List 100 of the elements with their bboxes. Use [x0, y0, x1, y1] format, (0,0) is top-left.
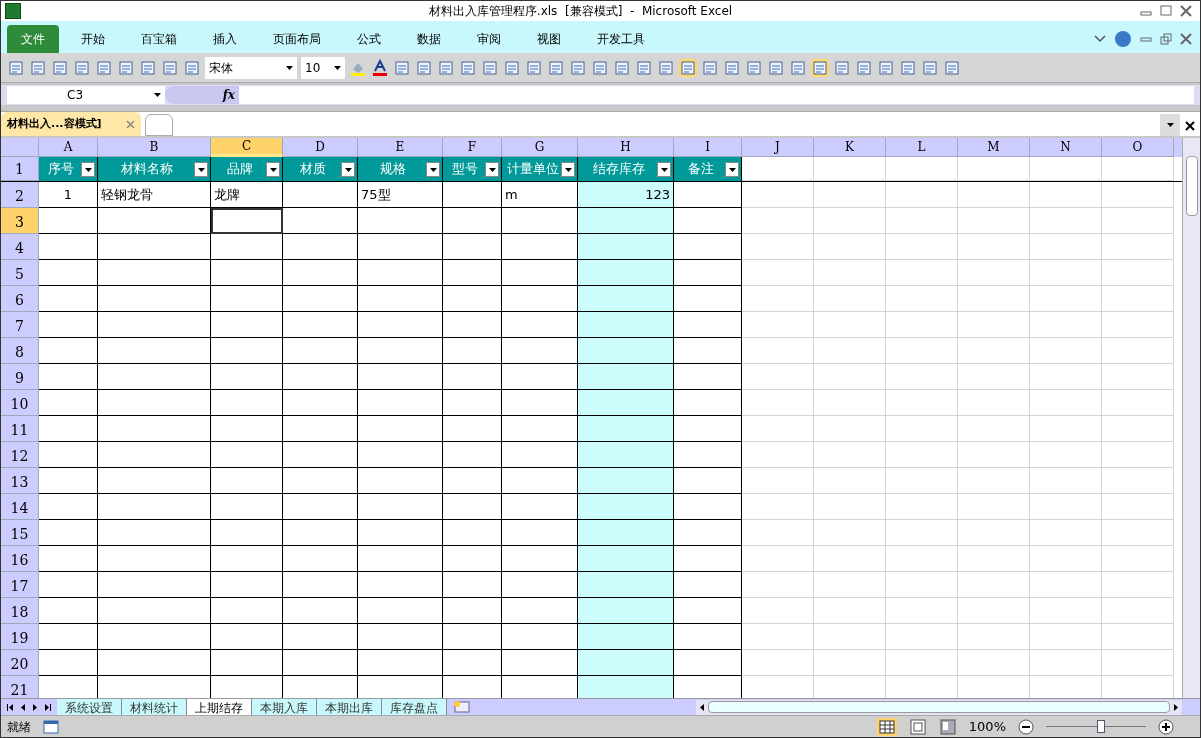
table-cell[interactable] — [283, 234, 358, 260]
normal-view-icon[interactable] — [876, 717, 897, 736]
caret-icon[interactable] — [334, 65, 341, 70]
table-cell[interactable] — [443, 624, 502, 650]
ribbon-tab[interactable]: 插入 — [199, 25, 251, 53]
table-cell[interactable] — [674, 416, 742, 442]
row-header[interactable]: 5 — [1, 260, 39, 286]
row-header[interactable]: 9 — [1, 364, 39, 390]
table-cell[interactable] — [674, 520, 742, 546]
next-sheet-icon[interactable] — [33, 703, 37, 711]
table-cell[interactable] — [358, 312, 443, 338]
scroll-right-icon[interactable] — [1174, 703, 1178, 711]
row-header[interactable]: 6 — [1, 286, 39, 312]
table-cell[interactable] — [98, 546, 211, 572]
table-cell[interactable] — [443, 520, 502, 546]
filter-dropdown-button[interactable] — [426, 162, 440, 177]
table-cell[interactable] — [211, 650, 283, 676]
column-header[interactable]: L — [886, 138, 958, 157]
sheet-tab[interactable]: 上期结存 — [187, 699, 252, 715]
table-cell[interactable] — [98, 260, 211, 286]
chevron-down-icon[interactable] — [1094, 34, 1106, 44]
table-cell[interactable] — [674, 442, 742, 468]
ribbon-tab[interactable]: 百宝箱 — [127, 25, 191, 53]
table-cell[interactable] — [39, 546, 98, 572]
table-cell[interactable] — [358, 624, 443, 650]
tab-menu-button[interactable] — [1160, 114, 1180, 136]
scroll-left-icon[interactable] — [700, 703, 704, 711]
filter-dropdown-button[interactable] — [81, 162, 95, 177]
table-cell[interactable] — [358, 416, 443, 442]
row-header[interactable]: 14 — [1, 494, 39, 520]
table-cell[interactable] — [578, 416, 674, 442]
table-cell[interactable] — [283, 442, 358, 468]
zoom-level-text[interactable]: 100% — [968, 716, 1006, 737]
table-cell[interactable] — [39, 572, 98, 598]
filter-dropdown-button[interactable] — [341, 162, 355, 177]
table-cell[interactable] — [443, 182, 502, 208]
table-cell[interactable] — [211, 416, 283, 442]
table-cell[interactable] — [443, 650, 502, 676]
horizontal-scrollbar[interactable] — [696, 699, 1182, 715]
ribbon-tab[interactable]: 数据 — [403, 25, 455, 53]
table-cell[interactable] — [211, 234, 283, 260]
table-cell[interactable] — [98, 286, 211, 312]
table-cell[interactable] — [358, 468, 443, 494]
last-sheet-icon[interactable] — [45, 703, 51, 711]
table-cell[interactable] — [358, 598, 443, 624]
help-icon[interactable] — [1114, 30, 1132, 48]
table-cell[interactable] — [674, 208, 742, 234]
table-cell[interactable] — [211, 260, 283, 286]
filter-dropdown-button[interactable] — [266, 162, 280, 177]
previous-sheet-icon[interactable] — [21, 703, 25, 711]
table-cell[interactable] — [674, 234, 742, 260]
table-cell[interactable] — [98, 312, 211, 338]
table-cell[interactable]: 1 — [39, 182, 98, 208]
table-cell[interactable] — [578, 312, 674, 338]
row-header[interactable]: 15 — [1, 520, 39, 546]
zoom-slider[interactable] — [1046, 719, 1146, 734]
table-cell[interactable] — [674, 624, 742, 650]
table-cell[interactable] — [98, 364, 211, 390]
filter-dropdown-button[interactable] — [194, 162, 208, 177]
table-cell[interactable] — [674, 338, 742, 364]
table-cell[interactable] — [283, 572, 358, 598]
table-cell[interactable]: 轻钢龙骨 — [98, 182, 211, 208]
table-cell[interactable] — [674, 650, 742, 676]
table-cell[interactable] — [674, 260, 742, 286]
table-cell[interactable] — [358, 546, 443, 572]
row-header[interactable]: 18 — [1, 598, 39, 624]
table-cell[interactable] — [443, 286, 502, 312]
table-cell[interactable] — [358, 338, 443, 364]
filter-dropdown-button[interactable] — [485, 162, 499, 177]
table-cell[interactable] — [443, 546, 502, 572]
formula-input[interactable] — [239, 86, 1194, 104]
table-cell[interactable] — [358, 390, 443, 416]
table-cell[interactable] — [358, 572, 443, 598]
table-cell[interactable] — [98, 390, 211, 416]
table-cell[interactable] — [443, 390, 502, 416]
table-cell[interactable] — [211, 468, 283, 494]
table-cell[interactable] — [283, 364, 358, 390]
name-box[interactable]: C3 — [7, 86, 165, 104]
table-cell[interactable] — [578, 260, 674, 286]
table-cell[interactable] — [674, 468, 742, 494]
row-header[interactable]: 13 — [1, 468, 39, 494]
table-cell[interactable] — [443, 442, 502, 468]
table-cell[interactable] — [211, 364, 283, 390]
table-cell[interactable] — [211, 624, 283, 650]
table-cell[interactable] — [283, 390, 358, 416]
table-cell[interactable] — [98, 338, 211, 364]
table-cell[interactable] — [283, 650, 358, 676]
table-cell[interactable] — [211, 390, 283, 416]
table-cell[interactable] — [358, 494, 443, 520]
table-cell[interactable] — [211, 312, 283, 338]
table-cell[interactable] — [674, 546, 742, 572]
table-cell[interactable] — [39, 598, 98, 624]
table-cell[interactable] — [39, 520, 98, 546]
first-sheet-icon[interactable] — [7, 703, 13, 711]
table-cell[interactable] — [211, 442, 283, 468]
table-cell[interactable] — [283, 338, 358, 364]
table-cell[interactable] — [283, 208, 358, 234]
table-cell[interactable] — [39, 390, 98, 416]
font-size-field[interactable]: 10 — [301, 56, 345, 79]
zoom-in-icon[interactable] — [1158, 718, 1174, 735]
